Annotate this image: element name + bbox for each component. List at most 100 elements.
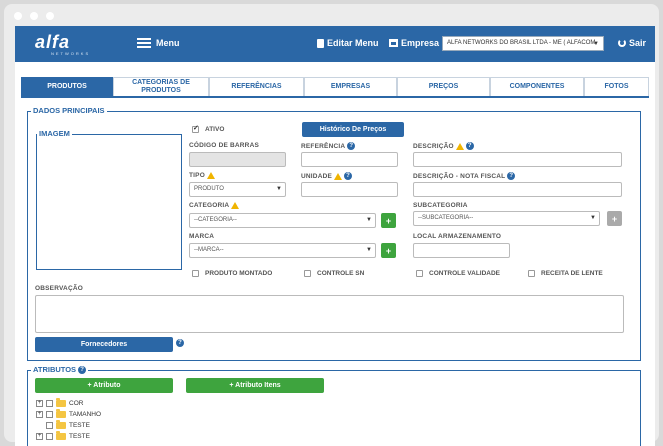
local-armazenamento-input[interactable]	[413, 243, 510, 258]
controle-sn-label: CONTROLE SN	[317, 270, 365, 277]
help-icon[interactable]: ?	[344, 172, 353, 180]
editar-menu-label: Editar Menu	[327, 38, 379, 48]
categoria-select-value: --CATEGORIA--	[194, 217, 237, 223]
document-icon	[317, 38, 324, 48]
subcategoria-select-value: --SUBCATEGORIA--	[418, 215, 474, 221]
chevron-down-icon: ▼	[276, 186, 282, 192]
controle-validade-box[interactable]	[416, 270, 423, 277]
folder-icon	[56, 430, 66, 440]
expand-icon[interactable]: +	[36, 399, 43, 407]
tree-item[interactable]: TESTE	[36, 419, 90, 430]
top-navbar: alfa NETWORKS Menu Editar Menu Empresa A…	[15, 26, 655, 62]
menu-label: Menu	[156, 38, 180, 48]
warning-icon	[455, 142, 464, 150]
window-dot-2[interactable]	[30, 12, 38, 20]
produto-montado-checkbox[interactable]: PRODUTO MONTADO	[192, 270, 272, 277]
folder-icon	[56, 408, 66, 418]
chevron-down-icon: ▼	[590, 215, 596, 221]
dados-principais-legend: DADOS PRINCIPAIS	[31, 106, 107, 115]
menu-button[interactable]: Menu	[137, 38, 180, 48]
hamburger-icon	[137, 38, 151, 48]
add-atributo-itens-button[interactable]: + Atributo Itens	[186, 378, 324, 393]
tab-categorias[interactable]: CATEGORIAS DE PRODUTOS	[113, 77, 209, 96]
tab-precos[interactable]: PREÇOS	[397, 77, 490, 96]
add-subcategoria-button[interactable]: +	[607, 211, 622, 226]
local-armazenamento-label: LOCAL ARMAZENAMENTO	[413, 233, 502, 240]
tipo-select[interactable]: PRODUTO ▼	[189, 182, 286, 197]
tree-item-label: COR	[69, 399, 84, 407]
add-categoria-button[interactable]: +	[381, 213, 396, 228]
controle-sn-checkbox[interactable]: CONTROLE SN	[304, 270, 364, 277]
tab-componentes[interactable]: COMPONENTES	[490, 77, 584, 96]
tree-checkbox[interactable]	[46, 432, 53, 440]
controle-validade-checkbox[interactable]: CONTROLE VALIDADE	[416, 270, 500, 277]
help-icon[interactable]: ?	[176, 339, 184, 347]
empresa-text: Empresa	[401, 38, 440, 48]
folder-icon	[56, 397, 66, 407]
imagem-legend: IMAGEM	[37, 129, 72, 138]
tab-produtos[interactable]: PRODUTOS	[21, 77, 113, 96]
tree-item[interactable]: + TESTE	[36, 430, 90, 441]
help-icon[interactable]: ?	[465, 142, 474, 150]
brand-logo-sub: NETWORKS	[51, 51, 91, 56]
ativo-check-box[interactable]	[192, 124, 199, 133]
imagem-box[interactable]	[36, 134, 182, 270]
window-dot-1[interactable]	[14, 12, 22, 20]
receita-lente-label: RECEITA DE LENTE	[541, 270, 603, 277]
tab-referencias[interactable]: REFERÊNCIAS	[209, 77, 304, 96]
marca-select[interactable]: --MARCA-- ▼	[189, 243, 376, 258]
sair-label: Sair	[629, 38, 647, 48]
produto-montado-label: PRODUTO MONTADO	[205, 270, 273, 277]
add-marca-button[interactable]: +	[381, 243, 396, 258]
empresa-select[interactable]: ALFA NETWORKS DO BRASIL LTDA - ME ( ALFA…	[442, 36, 604, 51]
ativo-label: ATIVO	[205, 126, 225, 133]
sair-button[interactable]: Sair	[618, 38, 646, 48]
receita-lente-box[interactable]	[528, 270, 535, 277]
subcategoria-select[interactable]: --SUBCATEGORIA-- ▼	[413, 211, 600, 226]
chevron-down-icon: ▼	[366, 217, 372, 223]
tab-fotos[interactable]: FOTOS	[584, 77, 649, 96]
help-icon[interactable]: ?	[507, 172, 516, 180]
descricao-nf-input[interactable]	[413, 182, 622, 197]
brand-logo[interactable]: alfa	[35, 32, 70, 53]
tree-item[interactable]: + TAMANHO	[36, 408, 101, 419]
produto-montado-box[interactable]	[192, 270, 199, 277]
warning-icon	[334, 172, 343, 180]
expand-icon[interactable]: +	[36, 410, 43, 418]
tree-checkbox[interactable]	[46, 410, 53, 418]
observacao-textarea[interactable]	[35, 295, 624, 333]
tree-item-label: TESTE	[69, 421, 90, 429]
atributos-legend: ATRIBUTOS?	[31, 365, 89, 374]
chevron-down-icon: ▼	[366, 247, 372, 253]
expand-icon[interactable]: +	[36, 432, 43, 440]
historico-precos-button[interactable]: Histórico De Preços	[302, 122, 404, 137]
add-atributo-button[interactable]: + Atributo	[35, 378, 173, 393]
receita-lente-checkbox[interactable]: RECEITA DE LENTE	[528, 270, 603, 277]
descricao-label: DESCRIÇÃO?	[413, 142, 474, 150]
tree-checkbox[interactable]	[46, 399, 53, 407]
help-icon[interactable]: ?	[78, 365, 87, 374]
descricao-input[interactable]	[413, 152, 622, 167]
unidade-input[interactable]	[301, 182, 398, 197]
app-window: alfa NETWORKS Menu Editar Menu Empresa A…	[15, 26, 655, 446]
tree-item[interactable]: + COR	[36, 397, 84, 408]
building-icon	[389, 39, 398, 47]
categoria-label: CATEGORIA	[189, 202, 240, 209]
ativo-checkbox[interactable]: ATIVO	[192, 124, 225, 133]
controle-sn-box[interactable]	[304, 270, 311, 277]
referencia-input[interactable]	[301, 152, 398, 167]
help-icon[interactable]: ?	[347, 142, 356, 150]
categoria-select[interactable]: --CATEGORIA-- ▼	[189, 213, 376, 228]
subcategoria-label: SUBCATEGORIA	[413, 202, 468, 209]
unidade-label: UNIDADE?	[301, 172, 353, 180]
fornecedores-button[interactable]: Fornecedores	[35, 337, 173, 352]
editar-menu-button[interactable]: Editar Menu	[317, 38, 379, 48]
referencia-label: REFERÊNCIA?	[301, 142, 356, 150]
chevron-down-icon: ▼	[593, 41, 599, 47]
tab-empresas[interactable]: EMPRESAS	[304, 77, 397, 96]
tree-checkbox[interactable]	[46, 421, 53, 429]
empresa-label: Empresa	[389, 38, 439, 48]
codigo-barras-input[interactable]	[189, 152, 286, 167]
window-dot-3[interactable]	[46, 12, 54, 20]
